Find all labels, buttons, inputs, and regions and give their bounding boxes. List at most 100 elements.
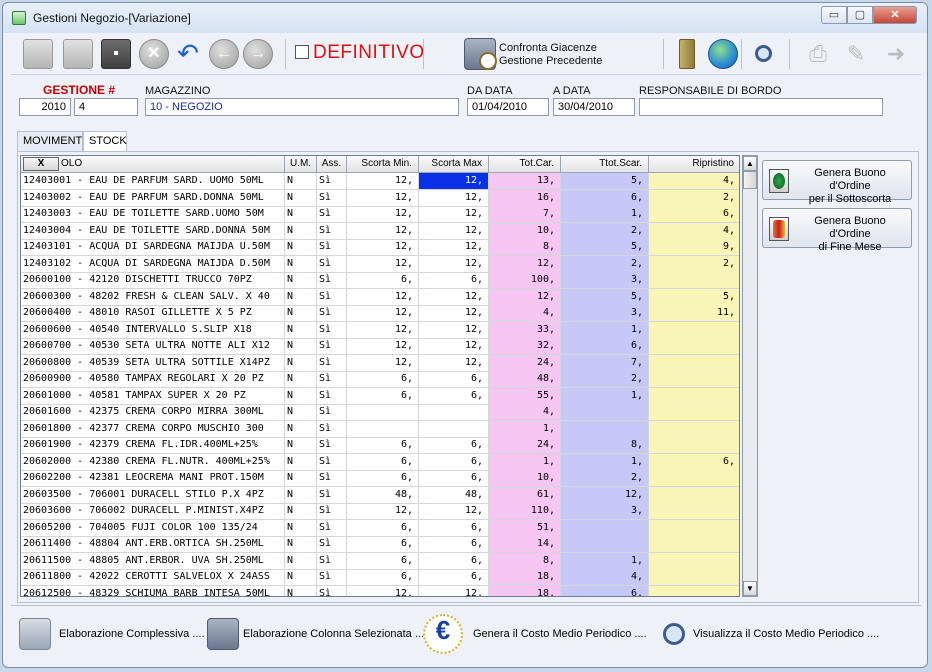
- cell-um[interactable]: N: [285, 206, 317, 222]
- cell-tot-scar[interactable]: 1,: [561, 552, 649, 569]
- cell-tot-car[interactable]: 8,: [489, 239, 561, 255]
- cell-articolo[interactable]: 12403101 - ACQUA DI SARDEGNA MAIJDA U.50…: [21, 239, 285, 255]
- clock-compare-icon[interactable]: [464, 38, 497, 70]
- table-row[interactable]: 20600900 - 40580 TAMPAX REGOLARI X 20 PZ…: [21, 371, 739, 388]
- cell-articolo[interactable]: 20611500 - 48805 ANT.ERBOR. UVA SH.250ML: [21, 552, 285, 569]
- column-header-tot-scar[interactable]: Ttot.Scar.: [561, 156, 649, 173]
- cell-tot-scar[interactable]: 5,: [561, 173, 649, 189]
- cell-scorta-min[interactable]: 12,: [347, 585, 419, 596]
- cell-um[interactable]: N: [285, 239, 317, 255]
- cell-scorta-max[interactable]: 12,: [419, 222, 489, 239]
- cell-scorta-min[interactable]: 12,: [347, 338, 419, 354]
- table-row[interactable]: 12403002 - EAU DE PARFUM SARD.DONNA 50ML…: [21, 189, 739, 207]
- cell-scorta-max[interactable]: 12,: [419, 173, 489, 189]
- grid-x-button[interactable]: X: [23, 157, 59, 171]
- cell-um[interactable]: N: [285, 255, 317, 272]
- table-row[interactable]: 20611500 - 48805 ANT.ERBOR. UVA SH.250ML…: [21, 552, 739, 570]
- cell-ass[interactable]: Sì: [317, 437, 347, 453]
- close-button[interactable]: ✕: [873, 6, 917, 24]
- table-row[interactable]: 20603500 - 706001 DURACELL STILO P.X 4PZ…: [21, 486, 739, 504]
- cell-tot-scar[interactable]: 6,: [561, 189, 649, 206]
- table-row[interactable]: 20600600 - 40540 INTERVALLO S.SLIP X18 N S…: [21, 321, 739, 339]
- cell-ass[interactable]: Sì: [317, 305, 347, 321]
- cell-tot-car[interactable]: 55,: [489, 387, 561, 404]
- cell-articolo[interactable]: 20600700 - 40530 SETA ULTRA NOTTE ALI X1…: [21, 338, 285, 354]
- cell-tot-car[interactable]: 12,: [489, 255, 561, 272]
- table-row[interactable]: 20601600 - 42375 CREMA CORPO MIRRA 300ML…: [21, 404, 739, 421]
- cell-articolo[interactable]: 12403002 - EAU DE PARFUM SARD.DONNA 50ML: [21, 189, 285, 206]
- scroll-up-arrow-icon[interactable]: ▲: [743, 156, 757, 171]
- cell-scorta-max[interactable]: 6,: [419, 536, 489, 552]
- cell-scorta-min[interactable]: 6,: [347, 536, 419, 552]
- cell-tot-scar[interactable]: 12,: [561, 486, 649, 503]
- cell-um[interactable]: N: [285, 338, 317, 354]
- cell-scorta-min[interactable]: 12,: [347, 503, 419, 519]
- open-folder-2-icon[interactable]: [63, 39, 93, 69]
- cell-tot-scar[interactable]: [561, 404, 649, 420]
- cell-um[interactable]: N: [285, 519, 317, 536]
- table-row[interactable]: 20600400 - 48010 RASOI GILLETTE X 5 PZ N S…: [21, 305, 739, 322]
- elaborazione-colonna-button[interactable]: Elaborazione Colonna Selezionata ....: [207, 614, 427, 654]
- table-row[interactable]: 20600800 - 40539 SETA ULTRA SOTTILE X14P…: [21, 354, 739, 372]
- cell-scorta-max[interactable]: 12,: [419, 239, 489, 255]
- cell-articolo[interactable]: 12403001 - EAU DE PARFUM SARD. UOMO 50ML: [21, 173, 285, 189]
- cell-tot-scar[interactable]: 6,: [561, 338, 649, 354]
- cell-scorta-max[interactable]: 6,: [419, 552, 489, 569]
- cell-ripristino[interactable]: [649, 272, 739, 288]
- cell-scorta-min[interactable]: 12,: [347, 305, 419, 321]
- cell-articolo[interactable]: 12403004 - EAU DE TOILETTE SARD.DONNA 50…: [21, 222, 285, 239]
- cell-scorta-min[interactable]: 6,: [347, 569, 419, 585]
- cell-ass[interactable]: Sì: [317, 519, 347, 536]
- cell-tot-scar[interactable]: 2,: [561, 255, 649, 272]
- cell-tot-scar[interactable]: 1,: [561, 321, 649, 338]
- a-data-field[interactable]: 30/04/2010: [553, 98, 635, 116]
- cell-ass[interactable]: Sì: [317, 222, 347, 239]
- search-icon[interactable]: [749, 39, 779, 69]
- tab-stock[interactable]: STOCK: [83, 131, 127, 152]
- cell-ripristino[interactable]: [649, 371, 739, 387]
- cell-tot-car[interactable]: 51,: [489, 519, 561, 536]
- table-row[interactable]: 20600100 - 42120 DISCHETTI TRUCCO 70PZ N S…: [21, 272, 739, 289]
- cell-tot-scar[interactable]: 3,: [561, 503, 649, 519]
- cell-articolo[interactable]: 20600400 - 48010 RASOI GILLETTE X 5 PZ: [21, 305, 285, 321]
- cell-scorta-max[interactable]: 12,: [419, 288, 489, 305]
- cell-um[interactable]: N: [285, 387, 317, 404]
- cell-tot-car[interactable]: 48,: [489, 371, 561, 387]
- cell-scorta-min[interactable]: 12,: [347, 354, 419, 371]
- cell-ripristino[interactable]: [649, 387, 739, 404]
- cell-ripristino[interactable]: [649, 552, 739, 569]
- cell-scorta-max[interactable]: 12,: [419, 255, 489, 272]
- elaborazione-complessiva-button[interactable]: Elaborazione Complessiva ....: [19, 614, 205, 654]
- cell-scorta-max[interactable]: 6,: [419, 437, 489, 453]
- cell-um[interactable]: N: [285, 173, 317, 189]
- cell-scorta-max[interactable]: 6,: [419, 519, 489, 536]
- cell-tot-car[interactable]: 10,: [489, 222, 561, 239]
- cell-ripristino[interactable]: [649, 519, 739, 536]
- cell-ripristino[interactable]: 4,: [649, 173, 739, 189]
- cell-ripristino[interactable]: [649, 536, 739, 552]
- cell-articolo[interactable]: 20600900 - 40580 TAMPAX REGOLARI X 20 PZ: [21, 371, 285, 387]
- cell-tot-car[interactable]: 8,: [489, 552, 561, 569]
- back-icon[interactable]: ←: [209, 39, 239, 69]
- cell-scorta-max[interactable]: 12,: [419, 585, 489, 596]
- column-header-ripristino[interactable]: Ripristino: [649, 156, 739, 173]
- cell-tot-car[interactable]: 1,: [489, 420, 561, 437]
- cell-tot-car[interactable]: 16,: [489, 189, 561, 206]
- cell-articolo[interactable]: 20602200 - 42381 LEOCREMA MANI PROT.150M: [21, 470, 285, 486]
- cell-scorta-min[interactable]: 6,: [347, 453, 419, 470]
- table-row[interactable]: 20602000 - 42380 CREMA FL.NUTR. 400ML+25…: [21, 453, 739, 471]
- definitivo-checkbox[interactable]: [295, 45, 309, 59]
- tab-movimenti[interactable]: MOVIMENTI: [17, 131, 85, 151]
- cell-um[interactable]: N: [285, 470, 317, 486]
- cell-articolo[interactable]: 20611400 - 48804 ANT.ERB.ORTICA SH.250ML: [21, 536, 285, 552]
- table-row[interactable]: 20600300 - 48202 FRESH & CLEAN SALV. X 4…: [21, 288, 739, 306]
- print-icon[interactable]: ⎙: [803, 39, 833, 69]
- table-row[interactable]: 12403102 - ACQUA DI SARDEGNA MAIJDA D.50…: [21, 255, 739, 273]
- cell-ass[interactable]: Sì: [317, 453, 347, 470]
- cell-scorta-max[interactable]: 6,: [419, 569, 489, 585]
- cell-scorta-max[interactable]: 12,: [419, 189, 489, 206]
- table-row[interactable]: 20600700 - 40530 SETA ULTRA NOTTE ALI X1…: [21, 338, 739, 355]
- cell-scorta-max[interactable]: [419, 404, 489, 420]
- cell-ass[interactable]: Sì: [317, 354, 347, 371]
- cell-tot-car[interactable]: 24,: [489, 437, 561, 453]
